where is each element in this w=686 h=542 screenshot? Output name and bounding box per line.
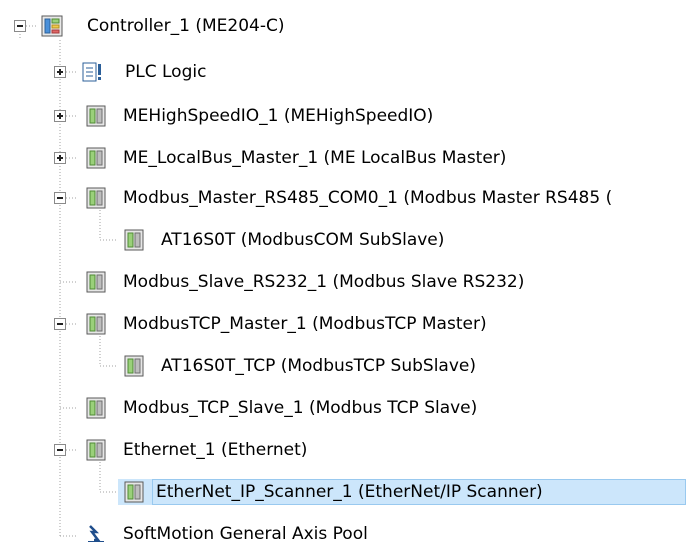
tree-item-at16s0t-tcp[interactable]: AT16S0T_TCP (ModbusTCP SubSlave) <box>0 346 686 386</box>
tree-item-modbustcp-master[interactable]: ModbusTCP_Master_1 (ModbusTCP Master) <box>0 304 686 344</box>
device-icon <box>84 312 108 336</box>
device-tree: Controller_1 (ME204-C) PLC Logic MEHighS… <box>0 0 686 542</box>
tree-item-label: SoftMotion General Axis Pool <box>123 524 368 542</box>
tree-item-label: MEHighSpeedIO_1 (MEHighSpeedIO) <box>123 106 434 126</box>
collapse-toggle[interactable] <box>14 20 26 32</box>
tree-item-label: Ethernet_1 (Ethernet) <box>123 440 308 460</box>
tree-item-controller[interactable]: Controller_1 (ME204-C) <box>0 6 686 46</box>
tree-item-softmotion-axis-pool[interactable]: SoftMotion General Axis Pool <box>0 514 686 542</box>
tree-item-label: ModbusTCP_Master_1 (ModbusTCP Master) <box>123 314 487 334</box>
tree-item-at16s0t[interactable]: AT16S0T (ModbusCOM SubSlave) <box>0 220 686 260</box>
tree-item-label: Controller_1 (ME204-C) <box>87 16 285 36</box>
device-icon <box>122 480 146 504</box>
collapse-toggle[interactable] <box>54 444 66 456</box>
tree-item-ethernet[interactable]: Ethernet_1 (Ethernet) <box>0 430 686 470</box>
device-icon <box>122 228 146 252</box>
plc-logic-icon <box>80 60 104 84</box>
device-icon <box>84 438 108 462</box>
tree-item-label: Modbus_Master_RS485_COM0_1 (Modbus Maste… <box>123 188 613 208</box>
device-icon <box>84 186 108 210</box>
tree-item-label: AT16S0T (ModbusCOM SubSlave) <box>161 230 445 250</box>
device-icon <box>84 146 108 170</box>
tree-item-modbus-master-rs485[interactable]: Modbus_Master_RS485_COM0_1 (Modbus Maste… <box>0 178 686 218</box>
tree-item-label: EtherNet_IP_Scanner_1 (EtherNet/IP Scann… <box>152 479 686 505</box>
expand-toggle[interactable] <box>54 152 66 164</box>
tree-item-label: Modbus_TCP_Slave_1 (Modbus TCP Slave) <box>123 398 478 418</box>
tree-item-me-localbus-master[interactable]: ME_LocalBus_Master_1 (ME LocalBus Master… <box>0 138 686 178</box>
tree-item-label: AT16S0T_TCP (ModbusTCP SubSlave) <box>161 356 476 376</box>
device-icon <box>84 104 108 128</box>
controller-icon <box>40 14 64 38</box>
expand-toggle[interactable] <box>54 66 66 78</box>
axis-pool-icon <box>84 522 108 542</box>
tree-item-ethernet-ip-scanner[interactable]: EtherNet_IP_Scanner_1 (EtherNet/IP Scann… <box>0 472 686 512</box>
tree-item-modbus-tcp-slave[interactable]: Modbus_TCP_Slave_1 (Modbus TCP Slave) <box>0 388 686 428</box>
tree-item-modbus-slave-rs232[interactable]: Modbus_Slave_RS232_1 (Modbus Slave RS232… <box>0 262 686 302</box>
collapse-toggle[interactable] <box>54 192 66 204</box>
tree-item-label: Modbus_Slave_RS232_1 (Modbus Slave RS232… <box>123 272 525 292</box>
tree-item-label: PLC Logic <box>125 62 207 82</box>
tree-item-label: ME_LocalBus_Master_1 (ME LocalBus Master… <box>123 148 507 168</box>
tree-item-plc-logic[interactable]: PLC Logic <box>0 52 686 92</box>
expand-toggle[interactable] <box>54 110 66 122</box>
device-icon <box>122 354 146 378</box>
device-icon <box>84 270 108 294</box>
collapse-toggle[interactable] <box>54 318 66 330</box>
device-icon <box>84 396 108 420</box>
tree-item-mehighspeedio[interactable]: MEHighSpeedIO_1 (MEHighSpeedIO) <box>0 96 686 136</box>
